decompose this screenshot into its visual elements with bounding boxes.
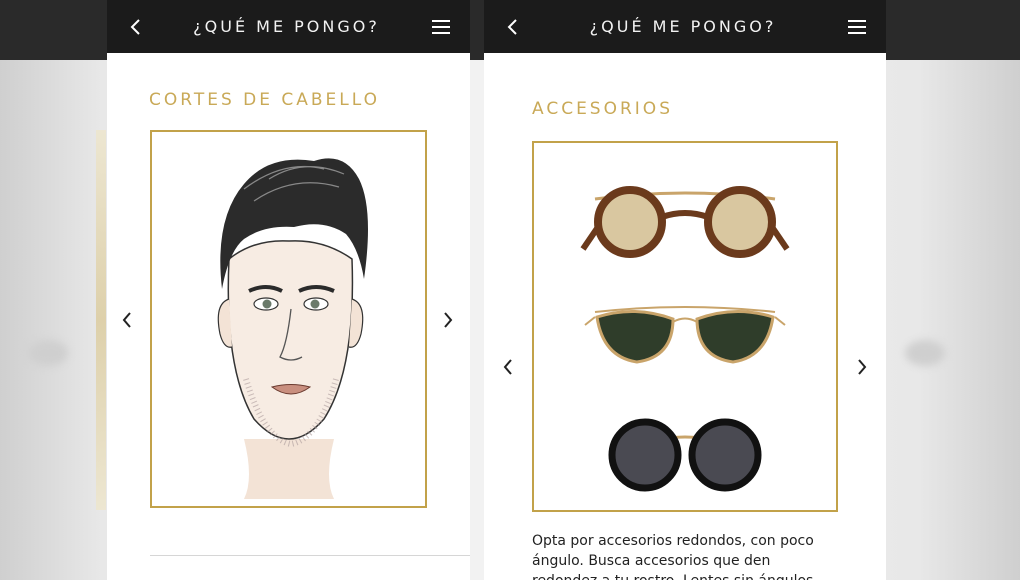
sunglasses-illustration — [580, 185, 790, 491]
section-title: ACCESORIOS — [532, 99, 673, 119]
aviator-sunglasses — [584, 305, 786, 364]
haircut-image-frame[interactable] — [150, 130, 427, 508]
prev-chevron-icon[interactable] — [121, 311, 133, 333]
divider — [150, 555, 470, 556]
back-arrow-icon[interactable] — [129, 18, 141, 36]
black-round-sunglasses — [608, 418, 762, 491]
accessories-description: Opta por accesorios redondos, con poco á… — [532, 533, 814, 580]
app-title: ¿QUÉ ME PONGO? — [193, 17, 380, 36]
prev-chevron-icon[interactable] — [502, 358, 514, 380]
hamburger-menu-icon[interactable] — [848, 19, 866, 35]
background-gold-strip — [96, 130, 106, 510]
side-caption: tesia — [468, 560, 470, 580]
haircut-illustration — [217, 158, 368, 499]
round-sunglasses — [580, 185, 790, 258]
background-blur-shape — [905, 340, 945, 366]
side-caption: tesia — [883, 552, 886, 579]
next-chevron-icon[interactable] — [442, 311, 454, 333]
app-bar: ¿QUÉ ME PONGO? — [107, 0, 470, 53]
section-title: CORTES DE CABELLO — [149, 90, 381, 110]
left-screen: ¿QUÉ ME PONGO? CORTES DE CABELLO tesia — [107, 0, 470, 580]
app-bar: ¿QUÉ ME PONGO? — [484, 0, 886, 53]
next-chevron-icon[interactable] — [856, 358, 868, 380]
app-title: ¿QUÉ ME PONGO? — [589, 17, 777, 36]
background-blur-shape — [28, 340, 68, 366]
hamburger-menu-icon[interactable] — [432, 19, 450, 35]
right-screen: ¿QUÉ ME PONGO? ACCESORIOS Opta por acces… — [484, 0, 886, 580]
accessories-image-frame[interactable] — [532, 141, 838, 512]
back-arrow-icon[interactable] — [506, 18, 518, 36]
